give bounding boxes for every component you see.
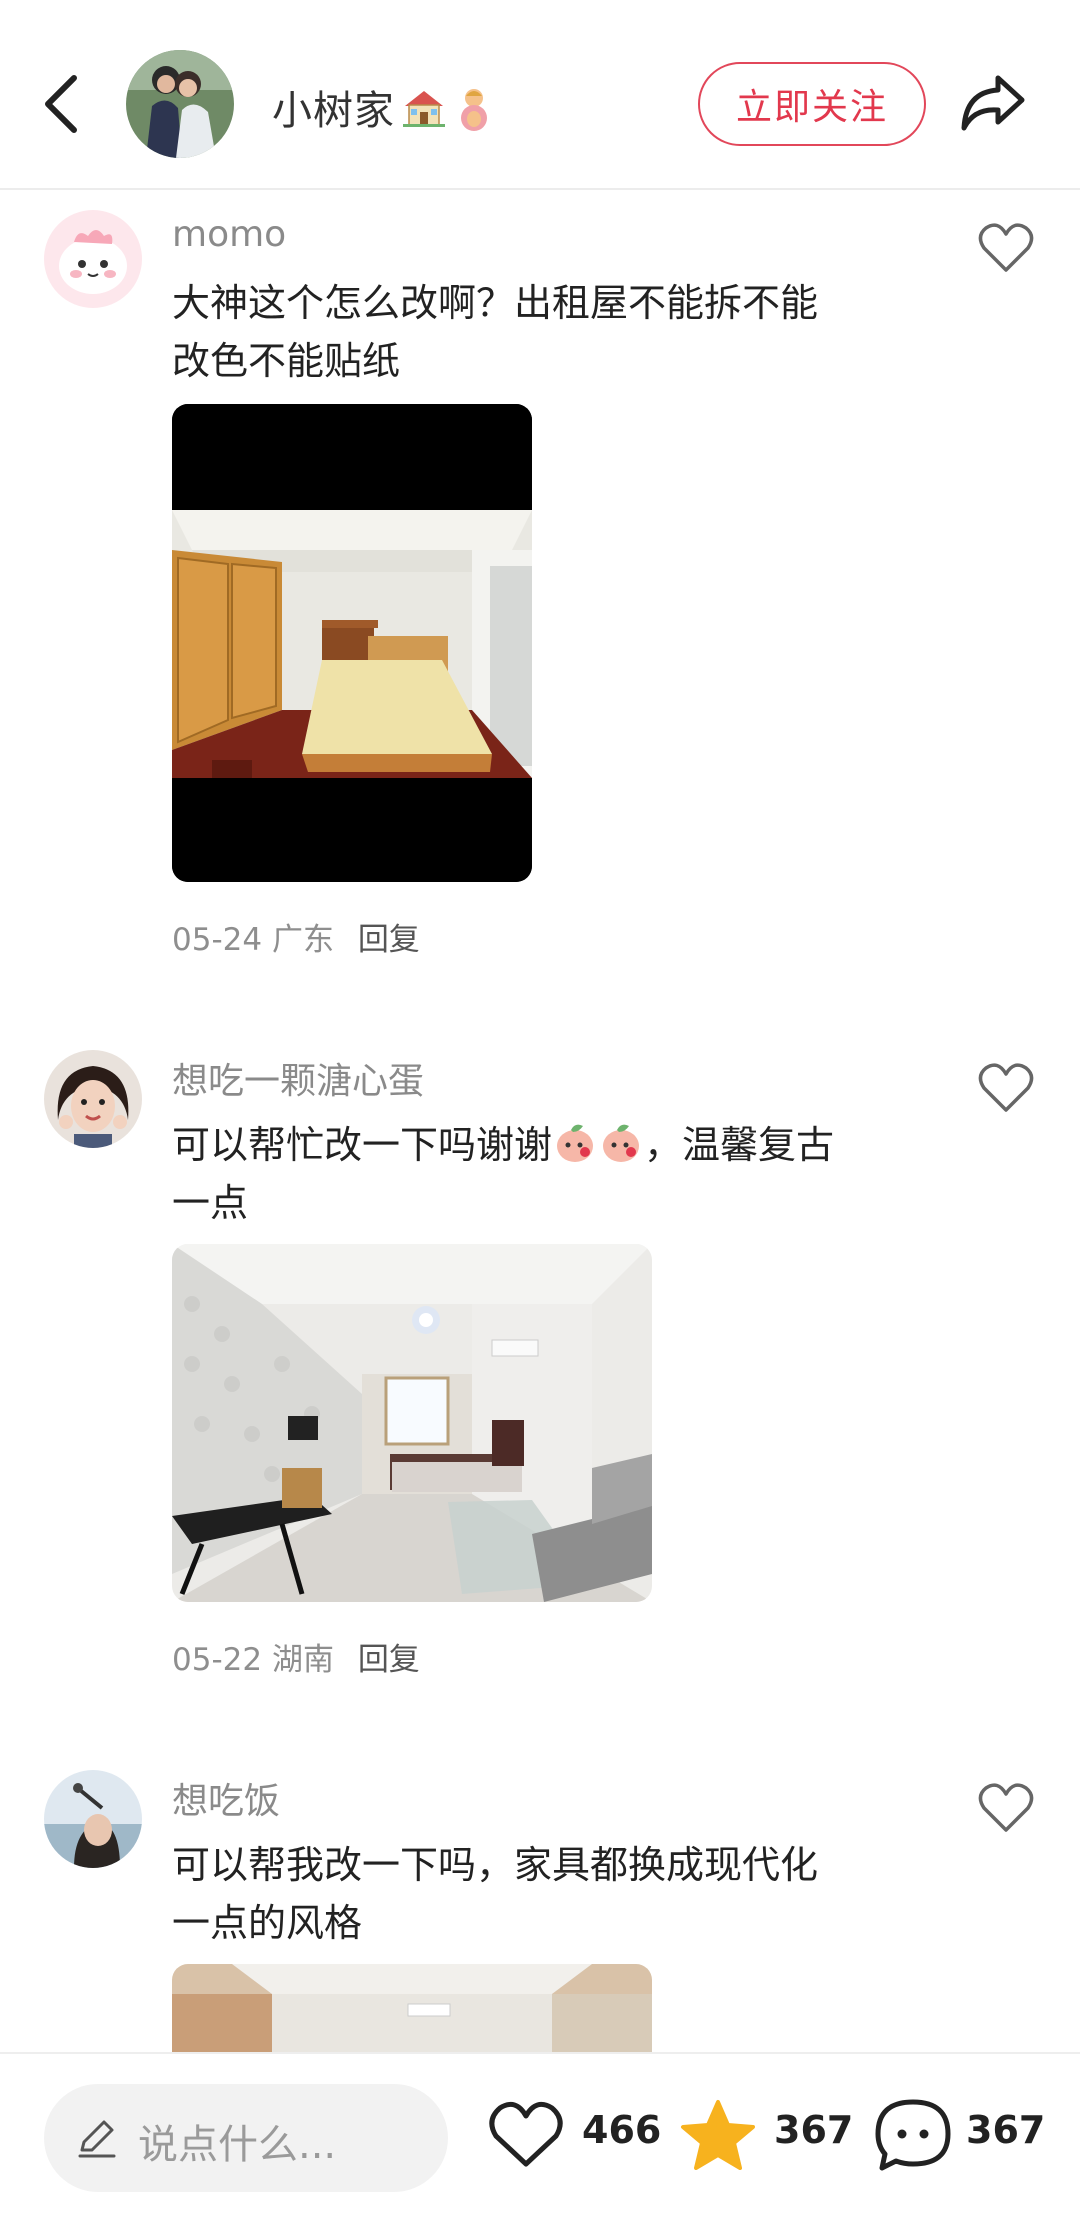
comment-photo[interactable]: [172, 1244, 652, 1602]
comment-text-line: 大神这个怎么改啊？出租屋不能拆不能: [172, 281, 819, 325]
bottom-action-bar: 说点什么... 466 367 367: [0, 2052, 1080, 2222]
comment-text: 可以帮忙改一下吗谢谢 ，温馨复古 一点: [172, 1116, 912, 1232]
comment-input[interactable]: 说点什么...: [44, 2084, 448, 2192]
commenter-avatar[interactable]: [44, 210, 142, 308]
comment-meta: 05-24 广东 回复: [172, 914, 420, 959]
comment-bubble-icon[interactable]: [874, 2098, 952, 2172]
comment-meta: 05-22 湖南 回复: [172, 1634, 420, 1679]
author-avatar[interactable]: [126, 50, 234, 158]
commenter-avatar[interactable]: [44, 1770, 142, 1868]
comment-count: 367: [966, 2108, 1046, 2152]
house-emoji-icon: [403, 91, 445, 127]
comment-input-placeholder: 说点什么...: [138, 2122, 337, 2168]
commenter-name[interactable]: 想吃一颗溏心蛋: [172, 1052, 424, 1104]
comment-text-segment: 可以帮忙改一下吗谢谢: [172, 1123, 553, 1167]
comment-text-line: 改色不能贴纸: [172, 339, 401, 383]
follow-button[interactable]: 立即关注: [698, 62, 926, 146]
top-bar: 小树家 立即关注: [0, 0, 1080, 190]
commenter-name[interactable]: 想吃饭: [172, 1772, 280, 1824]
commenter-name[interactable]: momo: [172, 214, 286, 255]
reply-button[interactable]: 回复: [358, 1642, 420, 1678]
comment-text-line: 一点: [172, 1181, 249, 1225]
like-heart-icon[interactable]: [488, 2100, 564, 2170]
baby-emoji-icon: [461, 89, 487, 131]
comment-text-line: 可以帮我改一下吗，家具都换成现代化: [172, 1843, 819, 1887]
author-name[interactable]: 小树家: [272, 78, 491, 136]
comment-location: 湖南: [271, 1642, 334, 1678]
like-heart-icon[interactable]: [978, 1782, 1034, 1834]
reply-button[interactable]: 回复: [358, 922, 420, 958]
comment-date: 05-24: [172, 922, 263, 958]
comment-date: 05-22: [172, 1642, 263, 1678]
commenter-avatar[interactable]: [44, 1050, 142, 1148]
comment-text-segment: ，温馨复古: [644, 1123, 835, 1167]
favorite-count: 367: [774, 2108, 854, 2152]
comment-text: 大神这个怎么改啊？出租屋不能拆不能 改色不能贴纸: [172, 274, 912, 390]
star-icon[interactable]: [680, 2098, 756, 2170]
peach-emoji-icon: [603, 1124, 640, 1162]
comment-location: 广东: [271, 922, 334, 958]
comment-photo[interactable]: [172, 1964, 652, 2052]
author-name-text: 小树家: [272, 88, 395, 134]
comment-text: 可以帮我改一下吗，家具都换成现代化 一点的风格: [172, 1836, 912, 1952]
like-heart-icon[interactable]: [978, 222, 1034, 274]
comment-text-line: 可以帮忙改一下吗谢谢 ，温馨复古: [172, 1116, 912, 1174]
pencil-icon: [78, 2120, 116, 2158]
back-arrow-icon[interactable]: [38, 72, 86, 136]
like-count: 466: [582, 2108, 662, 2152]
like-heart-icon[interactable]: [978, 1062, 1034, 1114]
comment-text-line: 一点的风格: [172, 1901, 363, 1945]
peach-emoji-icon: [557, 1124, 594, 1162]
share-icon[interactable]: [958, 70, 1028, 136]
comment-photo[interactable]: [172, 404, 532, 882]
